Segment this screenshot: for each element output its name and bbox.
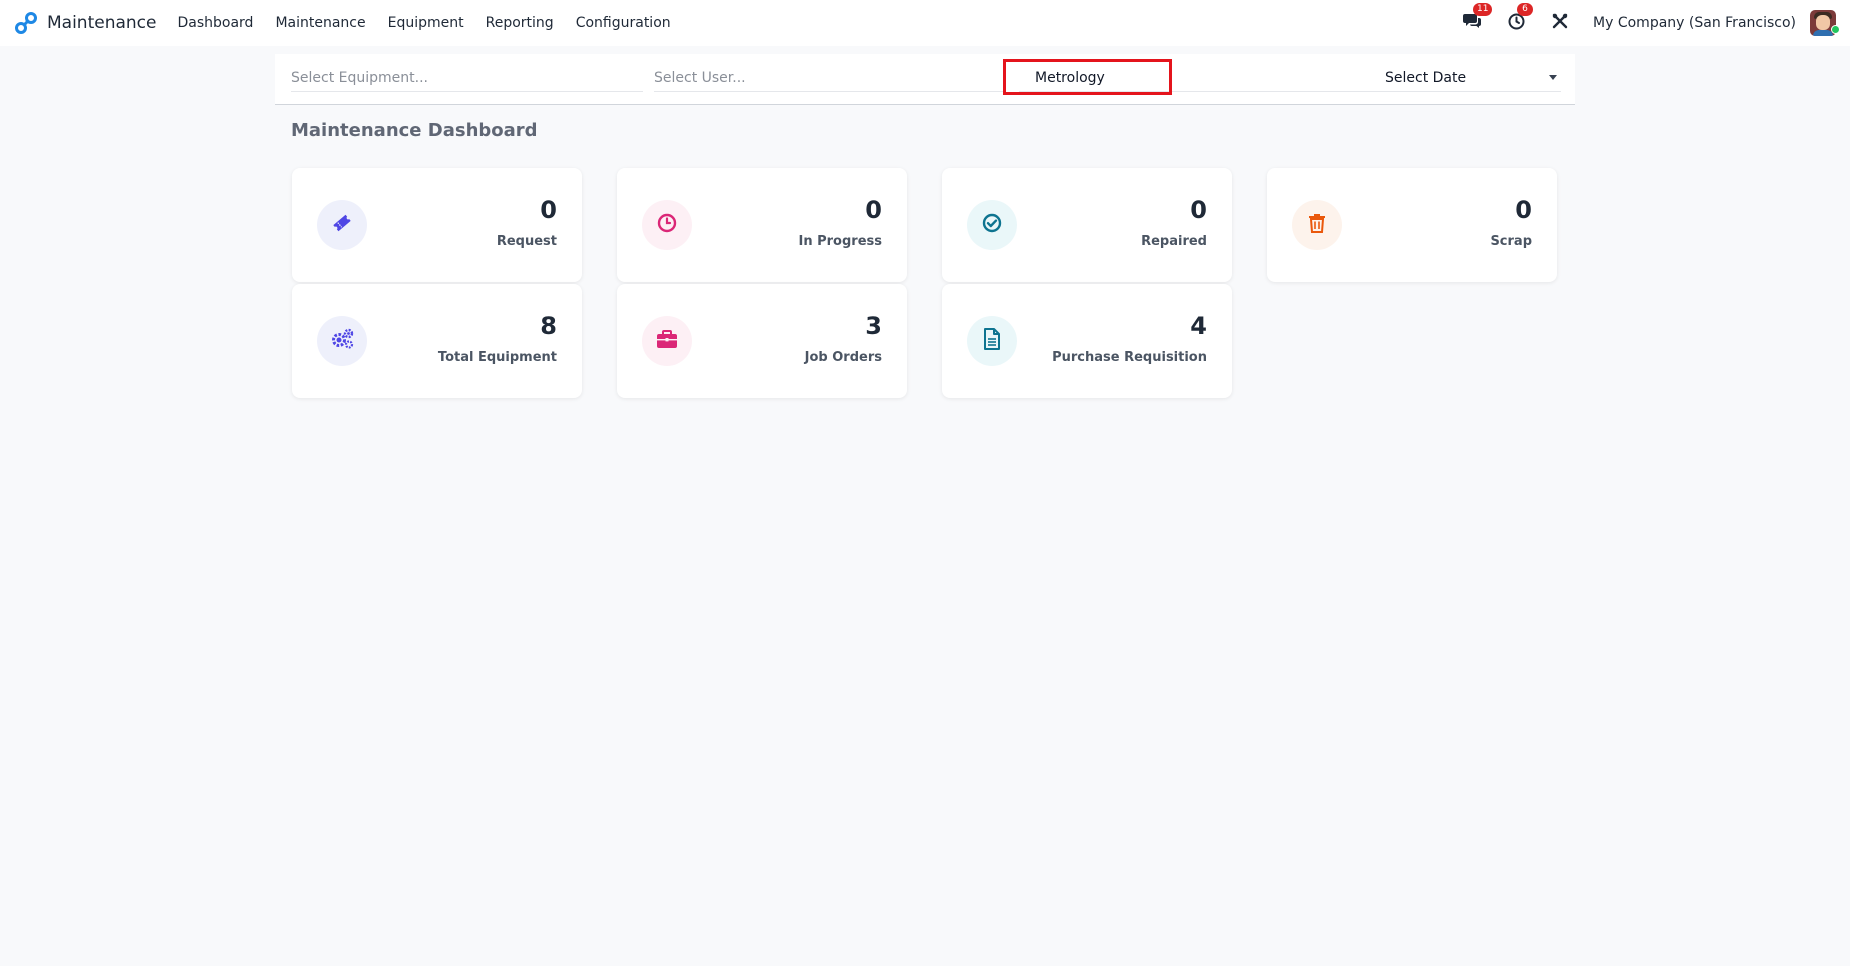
- clock-icon: [657, 213, 677, 237]
- ticket-icon: [331, 212, 353, 238]
- main-menu: Dashboard Maintenance Equipment Reportin…: [166, 15, 681, 31]
- card-icon-wrap: [967, 200, 1017, 250]
- card-label: Job Orders: [804, 350, 882, 365]
- messages-button[interactable]: 11: [1461, 3, 1493, 34]
- tools-icon: [1552, 13, 1568, 33]
- card-value: 0: [1515, 196, 1532, 224]
- briefcase-icon: [656, 329, 678, 353]
- card-icon-wrap: [967, 316, 1017, 366]
- card-in-progress[interactable]: 0 In Progress: [617, 168, 907, 282]
- chat-icon: [1463, 13, 1482, 33]
- menu-item-reporting[interactable]: Reporting: [475, 15, 565, 31]
- card-icon-wrap: [1292, 200, 1342, 250]
- card-label: In Progress: [798, 234, 883, 249]
- navbar-systray: 11 6 My Company (San Francisco): [1461, 0, 1850, 46]
- avatar-body: [1813, 30, 1833, 36]
- card-purchase-requisition[interactable]: 4 Purchase Requisition: [942, 284, 1232, 398]
- activities-button[interactable]: 6: [1505, 3, 1534, 34]
- date-select[interactable]: Select Date: [1381, 64, 1561, 92]
- card-label: Scrap: [1490, 234, 1532, 249]
- menu-item-dashboard[interactable]: Dashboard: [166, 15, 264, 31]
- app-brand[interactable]: Maintenance: [14, 11, 156, 35]
- debug-tools-button[interactable]: [1549, 12, 1571, 34]
- card-total-equipment[interactable]: 8 Total Equipment: [292, 284, 582, 398]
- online-status-dot: [1831, 25, 1840, 34]
- card-value: 0: [1190, 196, 1207, 224]
- equipment-filter-input[interactable]: [291, 64, 643, 92]
- activities-badge: 6: [1517, 3, 1534, 16]
- card-request[interactable]: 0 Request: [292, 168, 582, 282]
- app-logo-icon: [14, 11, 38, 35]
- menu-item-equipment[interactable]: Equipment: [377, 15, 475, 31]
- card-repaired[interactable]: 0 Repaired: [942, 168, 1232, 282]
- trash-icon: [1308, 213, 1326, 237]
- card-label: Repaired: [1141, 234, 1207, 249]
- card-icon-wrap: [642, 316, 692, 366]
- document-icon: [983, 328, 1001, 354]
- messages-badge: 11: [1473, 3, 1493, 16]
- card-value: 3: [865, 312, 882, 340]
- category-filter-input[interactable]: [1019, 64, 1440, 92]
- card-icon-wrap: [317, 200, 367, 250]
- top-navbar: Maintenance Dashboard Maintenance Equipm…: [0, 0, 1850, 46]
- card-scrap[interactable]: 0 Scrap: [1267, 168, 1557, 282]
- date-select-label: Select Date: [1385, 69, 1467, 86]
- card-value: 0: [540, 196, 557, 224]
- app-name: Maintenance: [47, 13, 157, 33]
- menu-item-configuration[interactable]: Configuration: [565, 15, 682, 31]
- company-switcher[interactable]: My Company (San Francisco): [1593, 15, 1796, 31]
- card-job-orders[interactable]: 3 Job Orders: [617, 284, 907, 398]
- caret-down-icon: [1549, 75, 1557, 80]
- card-label: Total Equipment: [437, 350, 557, 365]
- page-title: Maintenance Dashboard: [291, 120, 538, 141]
- filter-bar: Select Date: [275, 54, 1575, 105]
- card-icon-wrap: [317, 316, 367, 366]
- card-label: Purchase Requisition: [1052, 350, 1207, 365]
- menu-item-maintenance[interactable]: Maintenance: [264, 15, 376, 31]
- avatar-face: [1816, 15, 1830, 30]
- card-label: Request: [496, 234, 557, 249]
- user-filter-input[interactable]: [654, 64, 1006, 92]
- check-circle-icon: [982, 213, 1002, 237]
- card-value: 0: [865, 196, 882, 224]
- cogs-icon: [330, 328, 354, 354]
- card-value: 4: [1190, 312, 1207, 340]
- card-value: 8: [540, 312, 557, 340]
- card-icon-wrap: [642, 200, 692, 250]
